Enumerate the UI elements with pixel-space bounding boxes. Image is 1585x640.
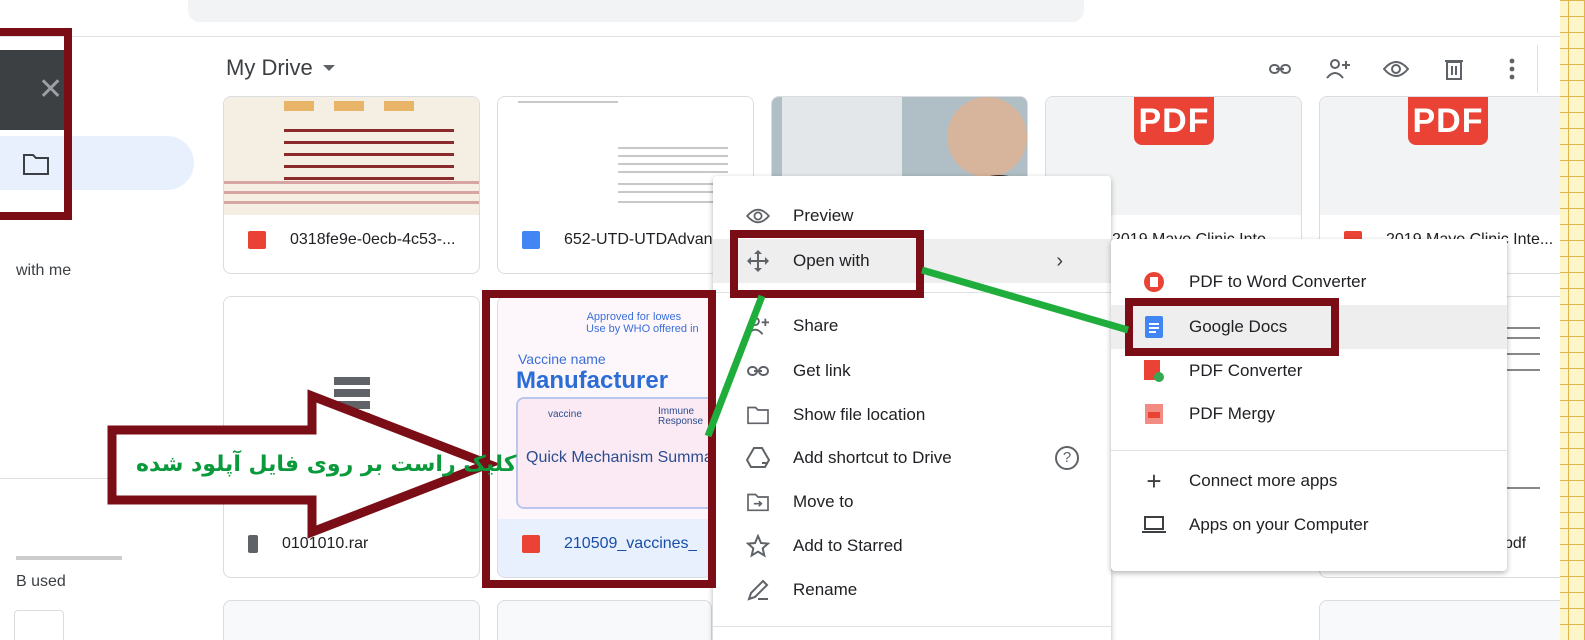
annotation-lines — [107, 266, 1129, 539]
drive-app: with me B used ✕ My Drive 0318fe9e-0ecb-… — [0, 0, 1560, 640]
annotation-text: کلیک راست بر روی فایل آپلود شده — [136, 452, 517, 477]
annotation-line — [921, 266, 1129, 334]
annotation-line — [704, 294, 766, 438]
